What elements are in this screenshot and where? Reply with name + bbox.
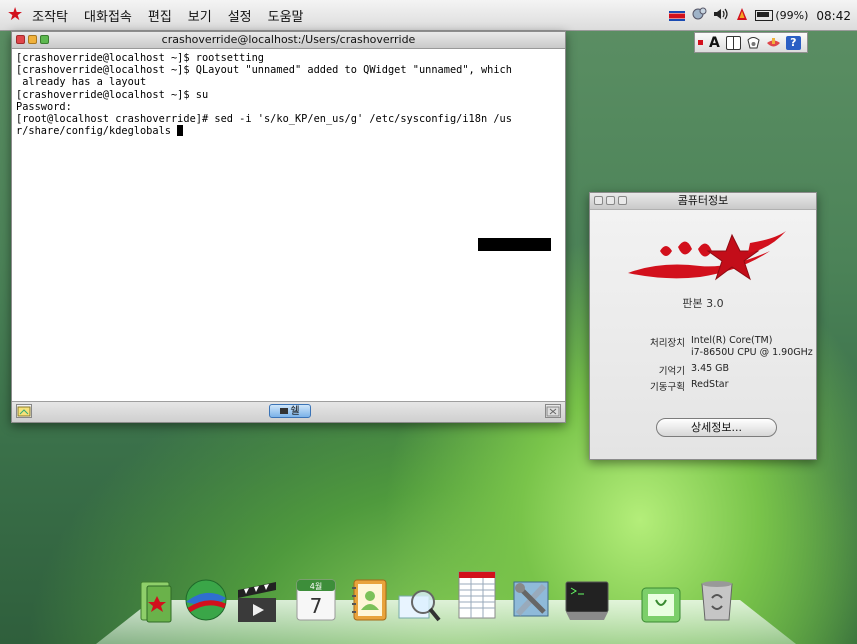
terminal-tab-icon (280, 408, 289, 414)
ime-tools-icon[interactable] (766, 36, 781, 50)
terminal-line: [crashoverride@localhost ~]$ rootsetting (16, 52, 264, 64)
calendar-month: 4월 (309, 582, 323, 591)
memory-label-cell: 기억기 (590, 363, 685, 377)
cpu-label: 처리장치 (650, 338, 685, 349)
terminal-titlebar[interactable]: crashoverride@localhost:/Users/crashover… (12, 32, 565, 49)
dock-video-player-icon[interactable] (234, 578, 280, 626)
maximize-button[interactable] (40, 35, 49, 44)
cpu-label-cell: 처리장치 (590, 335, 685, 349)
dock-address-book-icon[interactable] (346, 576, 392, 624)
terminal-line: Password: (16, 100, 72, 113)
os-value: RedStar (691, 379, 729, 390)
terminal-output[interactable]: [crashoverride@localhost ~]$ rootsetting… (12, 49, 565, 402)
ime-mode-indicator[interactable]: A (709, 35, 720, 51)
ime-help-icon[interactable]: ? (785, 35, 801, 50)
minimize-button[interactable] (28, 35, 37, 44)
dock-spreadsheet-icon[interactable] (455, 570, 501, 619)
ime-grip-handle[interactable] (698, 40, 703, 45)
version-label: 판본 3.0 (682, 297, 724, 310)
dock-search-icon[interactable] (397, 580, 443, 628)
redaction-block (478, 238, 551, 251)
terminal-line: [crashoverride@localhost ~]$ QLayout "un… (16, 64, 512, 77)
battery-icon[interactable] (755, 10, 774, 21)
dock-document-viewer-icon[interactable] (133, 578, 179, 626)
computer-info-window: 콤퓨터정보 판본 3.0 처리장치 Intel(R) Core(TM) i7-8… (589, 192, 817, 460)
memory-label: 기억기 (658, 366, 685, 377)
dock-trash-icon[interactable] (694, 576, 740, 624)
clock[interactable]: 08:42 (816, 9, 851, 23)
os-label: 기동구획 (650, 382, 685, 393)
volume-icon[interactable] (713, 7, 729, 24)
terminal-tabbar: 쉘 (12, 401, 565, 422)
dock-calendar-icon[interactable]: 4월 7 (293, 576, 339, 624)
cpu-value-line1: Intel(R) Core(TM) (691, 335, 773, 346)
redstar-logo-icon (628, 231, 786, 281)
minimize-button[interactable] (606, 196, 615, 205)
terminal-line: r/share/config/kdeglobals (16, 125, 178, 138)
network-icon[interactable] (691, 7, 707, 24)
cpu-value-line2: i7-8650U CPU @ 1.90GHz (691, 347, 813, 358)
close-button[interactable] (16, 35, 25, 44)
ime-layout-icon[interactable] (725, 35, 741, 50)
dock-browser-icon[interactable] (183, 576, 229, 624)
close-button[interactable] (594, 196, 603, 205)
os-label-cell: 기동구획 (590, 379, 685, 393)
ime-keyboard-icon[interactable] (746, 36, 761, 50)
about-titlebar[interactable]: 콤퓨터정보 (590, 193, 816, 210)
about-title: 콤퓨터정보 (677, 194, 729, 207)
dock-system-tools-icon[interactable] (508, 576, 554, 624)
maximize-button[interactable] (618, 196, 627, 205)
terminal-line: [root@localhost crashoverride]# sed -i '… (16, 113, 512, 126)
menu-view[interactable]: 보기 (188, 6, 212, 25)
terminal-window: crashoverride@localhost:/Users/crashover… (11, 31, 566, 423)
text-cursor (177, 125, 184, 137)
tab-shell-label: 쉘 (290, 406, 300, 417)
terminal-line: already has a layout (16, 76, 147, 89)
flag-icon[interactable] (669, 10, 686, 21)
menu-control-panel[interactable]: 조작탁 (32, 6, 68, 25)
update-icon[interactable] (735, 7, 749, 24)
input-method-bar: A ? (694, 32, 808, 53)
calendar-day: 7 (309, 594, 323, 618)
dock-terminal-icon[interactable] (562, 576, 609, 624)
menu-edit[interactable]: 편집 (148, 6, 172, 25)
system-tray: (99%) 08:42 (663, 0, 857, 31)
memory-value: 3.45 GB (691, 363, 730, 374)
details-button[interactable]: 상세정보... (656, 418, 777, 437)
close-tab-icon[interactable] (545, 404, 561, 418)
terminal-title: crashoverride@localhost:/Users/crashover… (161, 33, 416, 46)
menu-session[interactable]: 대화접속 (84, 6, 132, 25)
menu-help[interactable]: 도움말 (268, 6, 304, 25)
new-tab-icon[interactable] (16, 404, 32, 418)
tab-shell[interactable]: 쉘 (269, 404, 311, 418)
terminal-last-line: r/share/config/kdeglobals (16, 125, 561, 137)
dock-file-manager-icon[interactable] (638, 580, 684, 628)
top-menu-bar: ★ 조작탁 대화접속 편집 보기 설정 도움말 (99%) 08:42 (0, 0, 857, 31)
terminal-line: [crashoverride@localhost ~]$ su (16, 88, 209, 101)
battery-percentage: (99%) (775, 9, 809, 22)
menu-settings[interactable]: 설정 (228, 6, 252, 25)
redstar-menu-icon[interactable]: ★ (7, 6, 23, 24)
